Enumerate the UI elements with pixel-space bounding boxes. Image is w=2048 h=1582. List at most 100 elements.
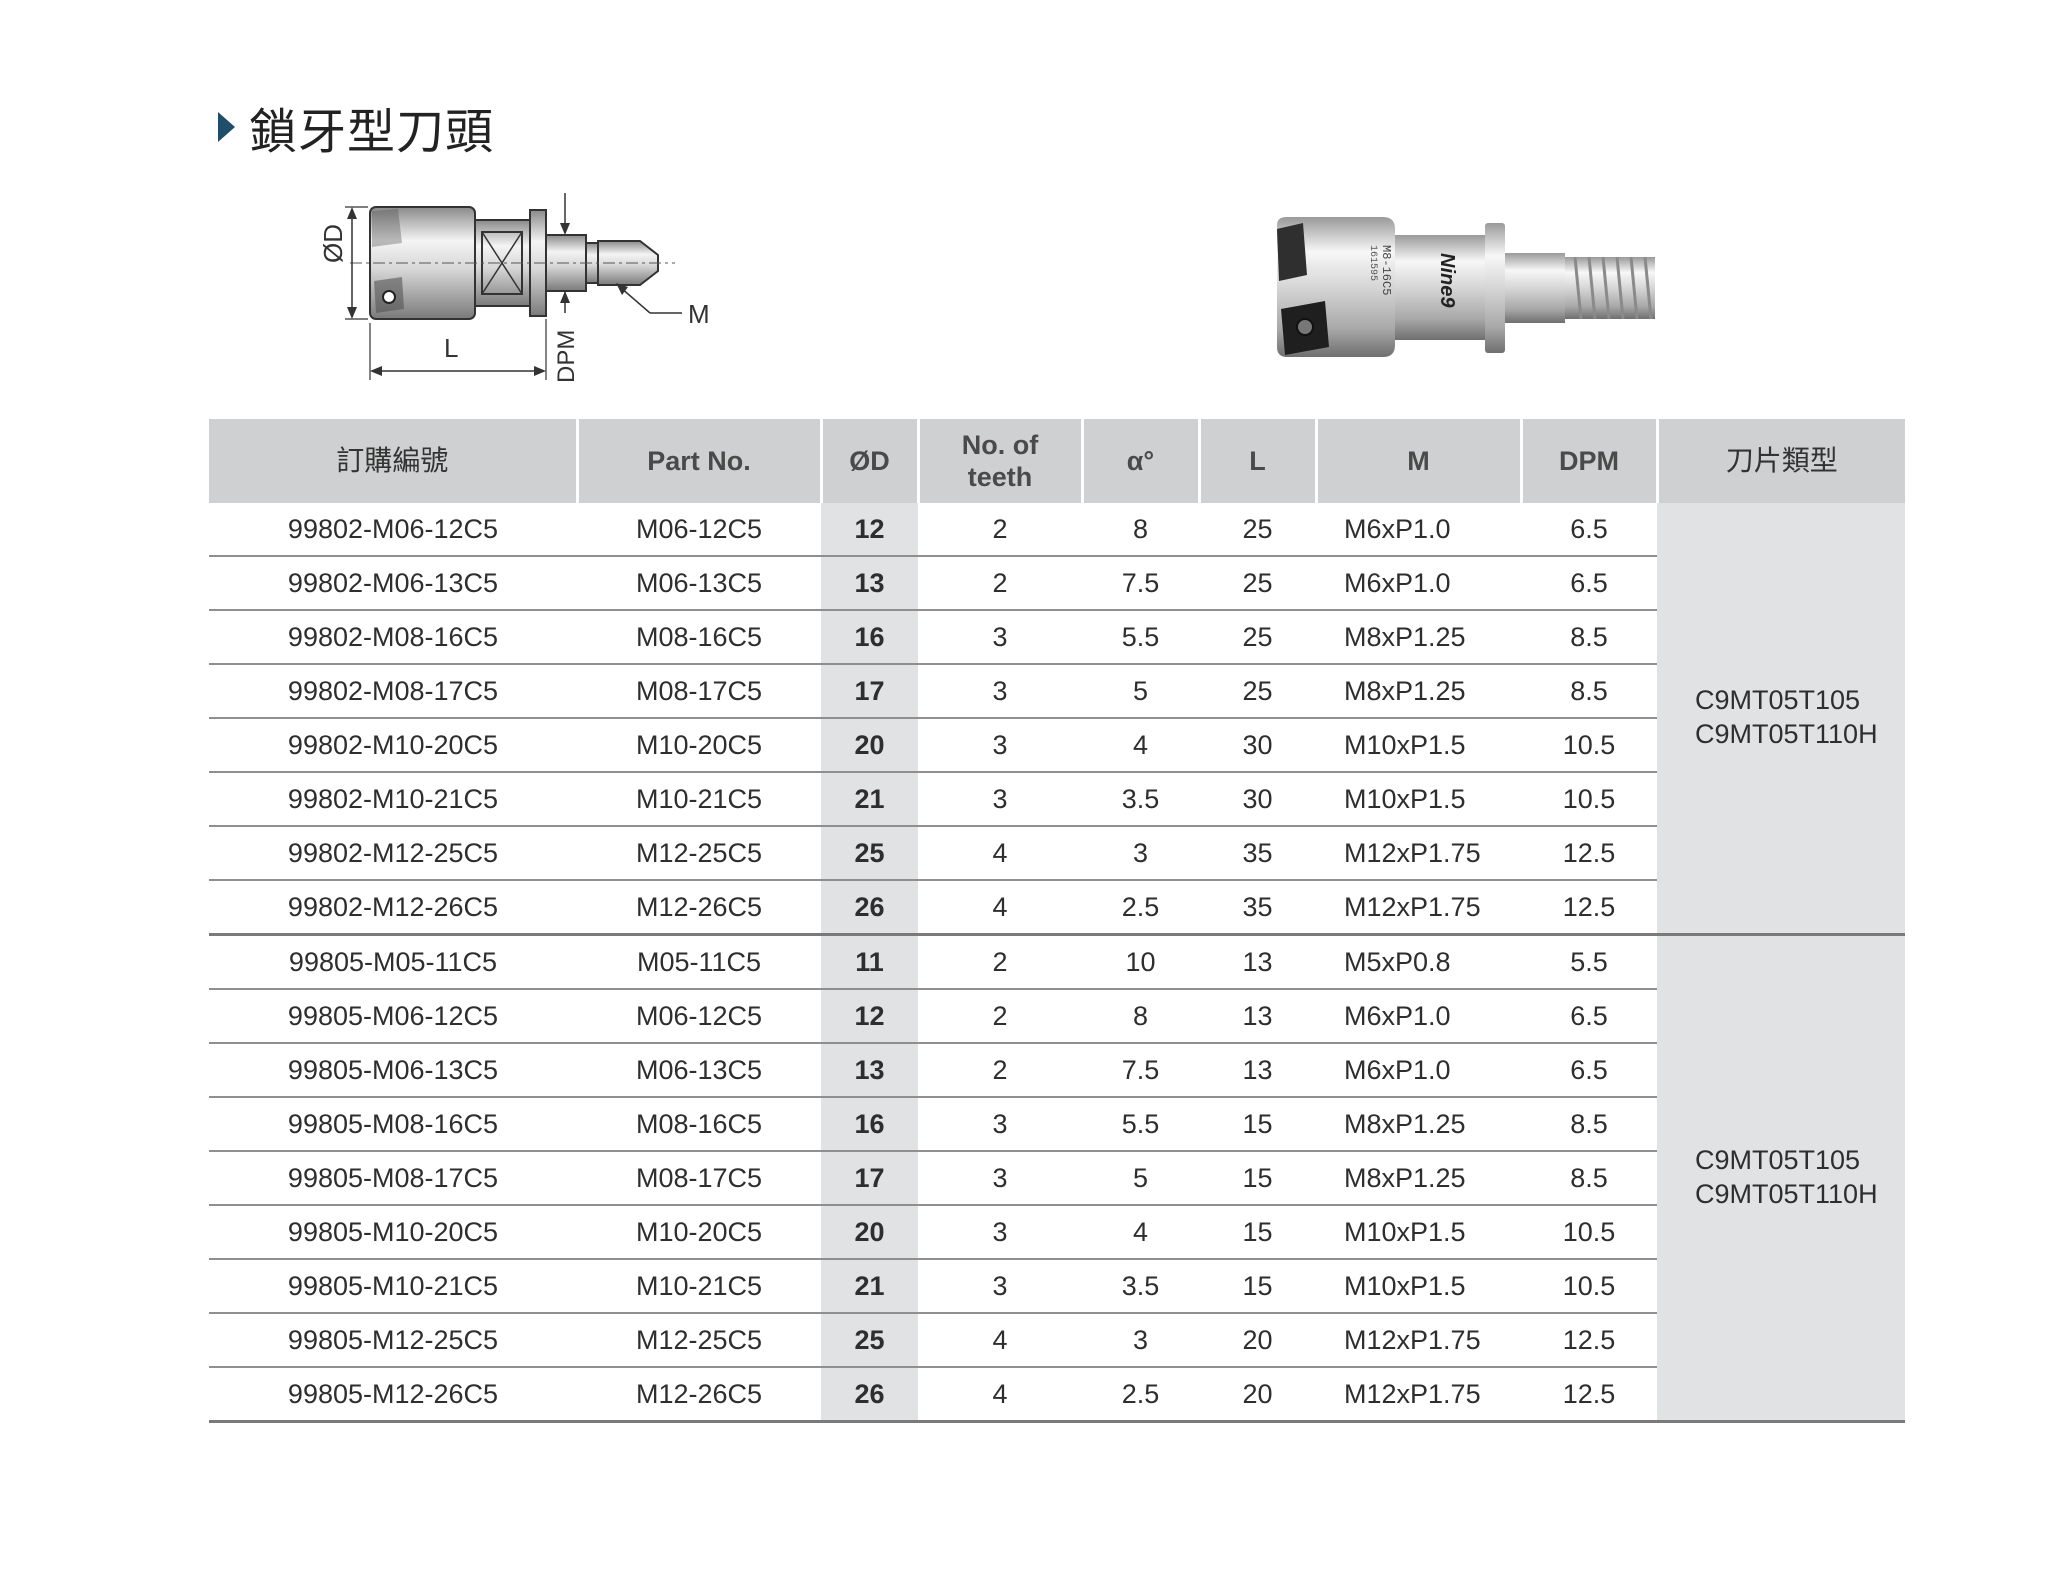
cell-alpha: 2.5: [1082, 880, 1199, 936]
cell-dpm: 10.5: [1521, 772, 1657, 827]
cell-part-no: M10-21C5: [577, 772, 821, 827]
photo-engraving-brand: Nine9: [1436, 253, 1458, 308]
cell-m: M8xP1.25: [1316, 610, 1521, 665]
cell-od: 25: [821, 1313, 918, 1368]
cell-order-no: 99802-M10-21C5: [209, 772, 577, 827]
cell-l: 13: [1199, 934, 1316, 990]
cell-l: 25: [1199, 503, 1316, 557]
cell-l: 15: [1199, 1259, 1316, 1314]
header-insert-type: 刀片類型: [1655, 419, 1905, 503]
cell-l: 15: [1199, 1097, 1316, 1152]
od-label: ØD: [318, 224, 348, 263]
cell-teeth: 2: [918, 503, 1082, 557]
cell-dpm: 12.5: [1521, 1313, 1657, 1368]
cell-order-no: 99805-M12-25C5: [209, 1313, 577, 1368]
cell-m: M10xP1.5: [1316, 1205, 1521, 1260]
photo-engraving-code: 161595: [1367, 245, 1378, 281]
cell-part-no: M10-20C5: [577, 718, 821, 773]
cell-dpm: 12.5: [1521, 880, 1657, 936]
cell-dpm: 10.5: [1521, 1259, 1657, 1314]
cell-order-no: 99802-M06-12C5: [209, 503, 577, 557]
cell-part-no: M10-21C5: [577, 1259, 821, 1314]
table-row: 99805-M10-21C5 M10-21C5 21 3 3.5 15 M10xP1.5 10…: [209, 1259, 1905, 1314]
cell-order-no: 99805-M10-20C5: [209, 1205, 577, 1260]
cell-order-no: 99802-M12-26C5: [209, 880, 577, 936]
table-row: 99805-M08-16C5 M08-16C5 16 3 5.5 15 M8xP1.25 8.…: [209, 1097, 1905, 1152]
cell-l: 35: [1199, 880, 1316, 936]
technical-drawing: ØD L M DPM: [318, 193, 710, 383]
insert-type-value: C9MT05T105: [1695, 685, 1861, 716]
cell-l: 25: [1199, 556, 1316, 611]
cell-part-no: M10-20C5: [577, 1205, 821, 1260]
cell-part-no: M06-12C5: [577, 503, 821, 557]
cell-teeth: 3: [918, 1205, 1082, 1260]
cell-od: 20: [821, 1205, 918, 1260]
cell-dpm: 6.5: [1521, 1043, 1657, 1098]
cell-teeth: 4: [918, 1367, 1082, 1423]
cell-m: M6xP1.0: [1316, 503, 1521, 557]
cell-teeth: 3: [918, 772, 1082, 827]
cell-teeth: 2: [918, 989, 1082, 1044]
cell-dpm: 8.5: [1521, 1097, 1657, 1152]
cell-l: 15: [1199, 1151, 1316, 1206]
cell-alpha: 4: [1082, 1205, 1199, 1260]
cell-order-no: 99805-M12-26C5: [209, 1367, 577, 1423]
cell-od: 26: [821, 880, 918, 936]
product-photo: Nine9 M8-16C5 161595: [1277, 217, 1655, 357]
cell-dpm: 10.5: [1521, 1205, 1657, 1260]
cell-alpha: 8: [1082, 989, 1199, 1044]
cell-od: 13: [821, 556, 918, 611]
cell-alpha: 2.5: [1082, 1367, 1199, 1423]
cell-alpha: 5.5: [1082, 610, 1199, 665]
cell-dpm: 8.5: [1521, 664, 1657, 719]
cell-m: M12xP1.75: [1316, 826, 1521, 881]
cell-od: 12: [821, 503, 918, 557]
cell-teeth: 2: [918, 1043, 1082, 1098]
cell-od: 16: [821, 1097, 918, 1152]
header-order-no: 訂購編號: [209, 419, 577, 503]
insert-type-value: C9MT05T105: [1695, 1145, 1861, 1176]
header-od: ØD: [819, 419, 918, 503]
cell-od: 25: [821, 826, 918, 881]
cell-order-no: 99805-M08-17C5: [209, 1151, 577, 1206]
table-row: 99802-M06-12C5 M06-12C5 12 2 8 25 M6xP1.0 6.5 C9…: [209, 503, 1905, 936]
table-header-row: 訂購編號 Part No. ØD No. of teeth α° L M DPM…: [209, 419, 1905, 503]
table-row: 99802-M08-17C5 M08-17C5 17 3 5 25 M8xP1.25 8.5: [209, 664, 1905, 719]
cell-teeth: 4: [918, 880, 1082, 936]
cell-teeth: 4: [918, 826, 1082, 881]
cell-m: M6xP1.0: [1316, 989, 1521, 1044]
cell-teeth: 4: [918, 1313, 1082, 1368]
cell-l: 30: [1199, 718, 1316, 773]
cell-order-no: 99805-M08-16C5: [209, 1097, 577, 1152]
cell-m: M10xP1.5: [1316, 718, 1521, 773]
cell-m: M10xP1.5: [1316, 772, 1521, 827]
cell-od: 17: [821, 1151, 918, 1206]
table-row: 99802-M10-20C5 M10-20C5 20 3 4 30 M10xP1.5 10.5: [209, 718, 1905, 773]
cell-l: 25: [1199, 664, 1316, 719]
cell-teeth: 3: [918, 1097, 1082, 1152]
cell-l: 20: [1199, 1313, 1316, 1368]
cell-m: M6xP1.0: [1316, 1043, 1521, 1098]
cell-order-no: 99802-M08-17C5: [209, 664, 577, 719]
cell-od: 21: [821, 772, 918, 827]
table-row: 99805-M10-20C5 M10-20C5 20 3 4 15 M10xP1.5 10.5: [209, 1205, 1905, 1260]
cell-order-no: 99802-M08-16C5: [209, 610, 577, 665]
cell-order-no: 99805-M06-13C5: [209, 1043, 577, 1098]
cell-alpha: 3: [1082, 1313, 1199, 1368]
insert-type-cell: C9MT05T105 C9MT05T110H: [1657, 503, 1905, 936]
cell-od: 13: [821, 1043, 918, 1098]
cell-l: 20: [1199, 1367, 1316, 1423]
cell-alpha: 4: [1082, 718, 1199, 773]
cell-part-no: M06-12C5: [577, 989, 821, 1044]
cell-od: 17: [821, 664, 918, 719]
cell-part-no: M08-17C5: [577, 664, 821, 719]
page-title: 鎖牙型刀頭: [218, 92, 494, 162]
table-row: 99802-M12-25C5 M12-25C5 25 4 3 35 M12xP1.75 12.…: [209, 826, 1905, 881]
cell-dpm: 12.5: [1521, 826, 1657, 881]
cell-od: 26: [821, 1367, 918, 1423]
cell-alpha: 3: [1082, 826, 1199, 881]
cell-teeth: 3: [918, 610, 1082, 665]
table-row: 99802-M06-13C5 M06-13C5 13 2 7.5 25 M6xP1.0 6.5: [209, 556, 1905, 611]
cell-dpm: 10.5: [1521, 718, 1657, 773]
cell-m: M8xP1.25: [1316, 1151, 1521, 1206]
